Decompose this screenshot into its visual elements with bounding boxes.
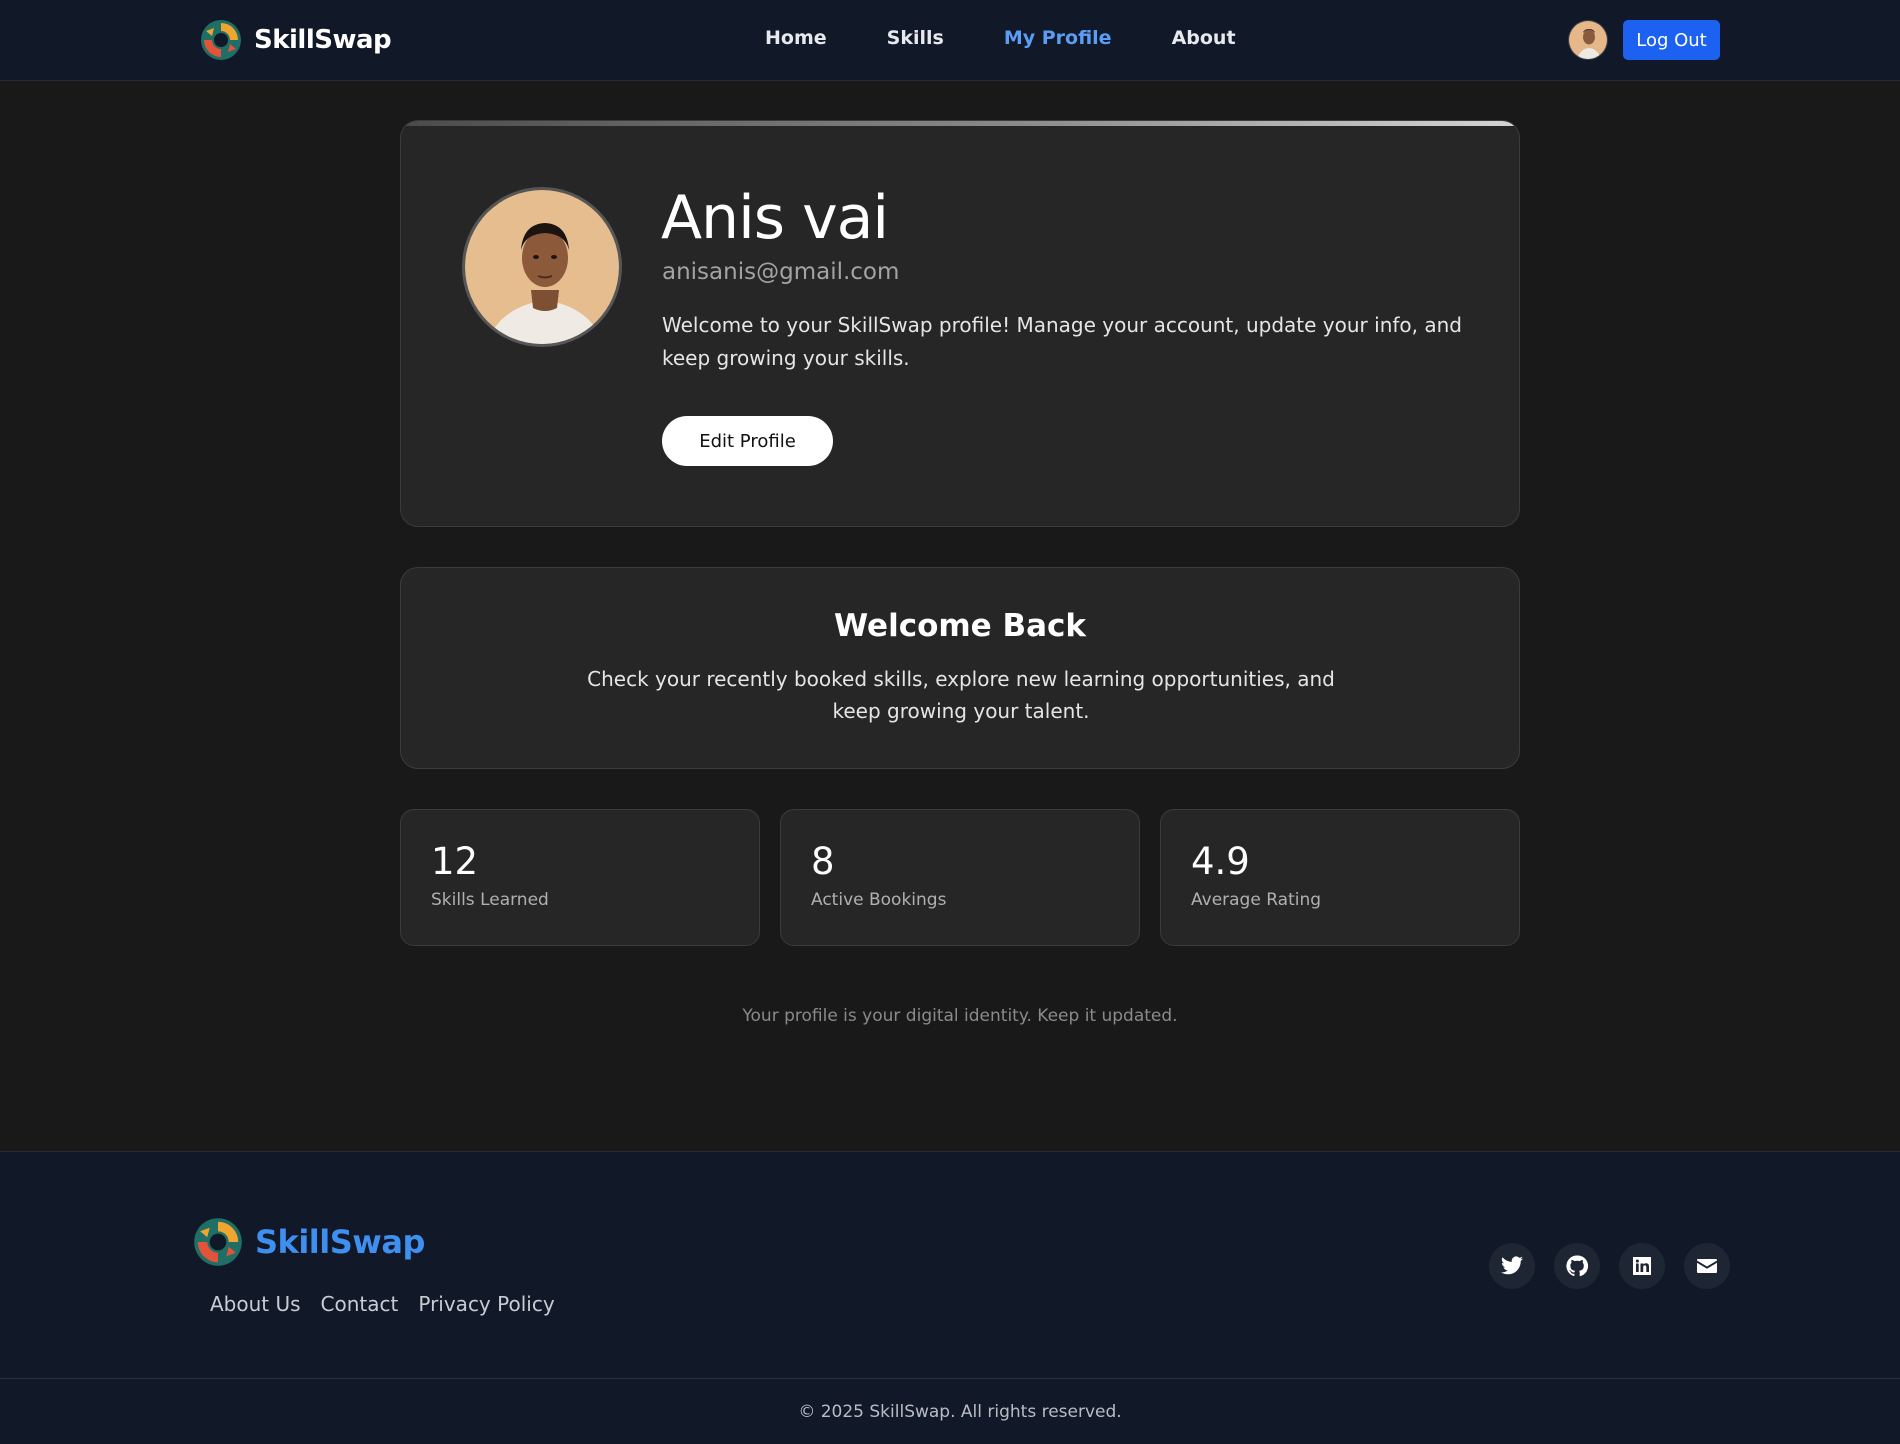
profile-note: Your profile is your digital identity. K…	[742, 1006, 1178, 1026]
logout-button[interactable]: Log Out	[1623, 20, 1720, 60]
footer-divider	[0, 1378, 1900, 1379]
user-avatar[interactable]	[1568, 20, 1608, 60]
linkedin-button[interactable]	[1619, 1243, 1665, 1289]
nav-home[interactable]: Home	[765, 27, 827, 49]
profile-name: Anis vai	[661, 183, 889, 253]
edit-profile-button[interactable]: Edit Profile	[662, 416, 833, 466]
footer-link-about-us[interactable]: About Us	[210, 1292, 301, 1316]
footer-link-contact[interactable]: Contact	[321, 1292, 399, 1316]
stat-value: 4.9	[1191, 840, 1250, 883]
twitter-button[interactable]	[1489, 1243, 1535, 1289]
profile-card: Anis vai anisanis@gmail.com Welcome to y…	[400, 120, 1520, 527]
footer-link-privacy-policy[interactable]: Privacy Policy	[418, 1292, 554, 1316]
welcome-title: Welcome Back	[833, 608, 1087, 644]
twitter-icon	[1501, 1256, 1523, 1275]
profile-card-accent-bar	[401, 121, 1519, 126]
footer-links: About Us Contact Privacy Policy	[210, 1292, 555, 1316]
stat-label: Active Bookings	[811, 890, 947, 910]
github-icon	[1566, 1255, 1589, 1277]
brand-name: SkillSwap	[254, 25, 392, 55]
navbar: SkillSwap Home Skills My Profile About L…	[0, 0, 1900, 81]
stat-label: Average Rating	[1191, 890, 1322, 910]
stat-card-average-rating: 4.9 Average Rating	[1160, 809, 1520, 946]
footer-brand[interactable]: SkillSwap	[193, 1217, 425, 1267]
mail-icon	[1697, 1259, 1717, 1273]
nav-my-profile[interactable]: My Profile	[1004, 27, 1112, 49]
profile-email: anisanis@gmail.com	[662, 259, 900, 285]
skillswap-logo-icon	[194, 1218, 242, 1266]
brand-link[interactable]: SkillSwap	[200, 20, 392, 60]
footer: SkillSwap About Us Contact Privacy Polic…	[0, 1151, 1900, 1444]
github-button[interactable]	[1554, 1243, 1600, 1289]
stat-value: 12	[431, 840, 479, 883]
avatar-portrait	[1569, 21, 1607, 59]
stat-value: 8	[811, 840, 835, 883]
footer-brand-name: SkillSwap	[255, 1223, 425, 1261]
profile-portrait	[465, 190, 619, 344]
nav-about[interactable]: About	[1172, 27, 1236, 49]
skillswap-logo-icon	[201, 20, 241, 60]
profile-photo	[462, 187, 622, 347]
stat-card-active-bookings: 8 Active Bookings	[780, 809, 1140, 946]
welcome-text: Check your recently booked skills, explo…	[587, 667, 1335, 723]
stat-label: Skills Learned	[431, 890, 549, 910]
nav-skills[interactable]: Skills	[887, 27, 944, 49]
mail-button[interactable]	[1684, 1243, 1730, 1289]
copyright: © 2025 SkillSwap. All rights reserved.	[798, 1402, 1122, 1422]
main-nav: Home Skills My Profile About	[765, 27, 1236, 49]
stat-card-skills-learned: 12 Skills Learned	[400, 809, 760, 946]
social-links	[1489, 1243, 1730, 1289]
profile-description: Welcome to your SkillSwap profile! Manag…	[662, 313, 1462, 370]
linkedin-icon	[1633, 1257, 1651, 1275]
welcome-card: Welcome Back Check your recently booked …	[400, 567, 1520, 769]
